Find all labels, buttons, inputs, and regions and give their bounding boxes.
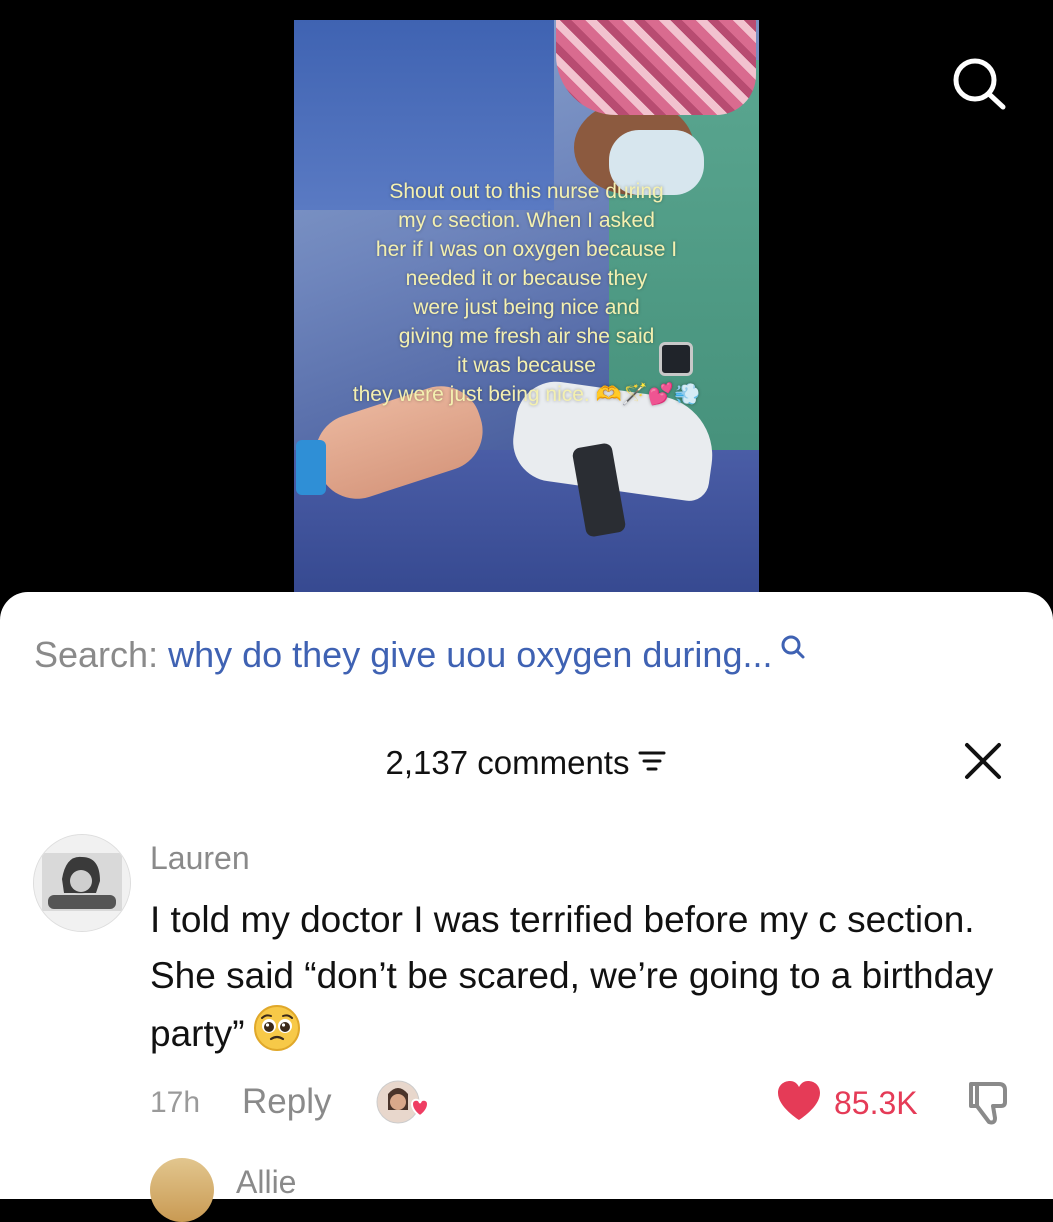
- avatar[interactable]: [33, 834, 131, 932]
- search-suggestion[interactable]: Search: why do they give uou oxygen duri…: [34, 634, 806, 676]
- filter-icon[interactable]: [637, 744, 667, 782]
- like-count: 85.3K: [834, 1085, 918, 1121]
- search-icon[interactable]: [948, 56, 1008, 110]
- comment-author[interactable]: Lauren: [150, 840, 250, 877]
- search-suggestion-prefix: Search:: [34, 634, 159, 675]
- video-wristband: [296, 440, 326, 495]
- video-player[interactable]: Shout out to this nurse during my c sect…: [294, 20, 759, 600]
- comment-text: I told my doctor I was terrified before …: [150, 892, 1010, 1068]
- creator-liked-icon: [376, 1080, 432, 1126]
- search-suggestion-query: why do they give uou oxygen during...: [168, 634, 773, 675]
- video-caption: Shout out to this nurse during my c sect…: [352, 180, 701, 406]
- avatar[interactable]: [150, 1158, 214, 1222]
- comments-sheet: Search: why do they give uou oxygen duri…: [0, 592, 1053, 1222]
- reply-button[interactable]: Reply: [242, 1082, 331, 1122]
- comments-count: 2,137 comments: [385, 744, 630, 781]
- video-nurse-cap: [556, 20, 756, 115]
- comments-header: 2,137 comments: [0, 744, 1053, 782]
- comment-author[interactable]: Allie: [236, 1164, 296, 1201]
- comment-timestamp: 17h: [150, 1086, 201, 1119]
- like-button[interactable]: 85.3K: [776, 1080, 918, 1127]
- search-icon: [780, 627, 806, 669]
- close-icon[interactable]: [962, 740, 1004, 782]
- dislike-icon[interactable]: [963, 1080, 1013, 1126]
- pleading-face-emoji: [253, 1004, 301, 1068]
- heart-icon: [776, 1080, 822, 1127]
